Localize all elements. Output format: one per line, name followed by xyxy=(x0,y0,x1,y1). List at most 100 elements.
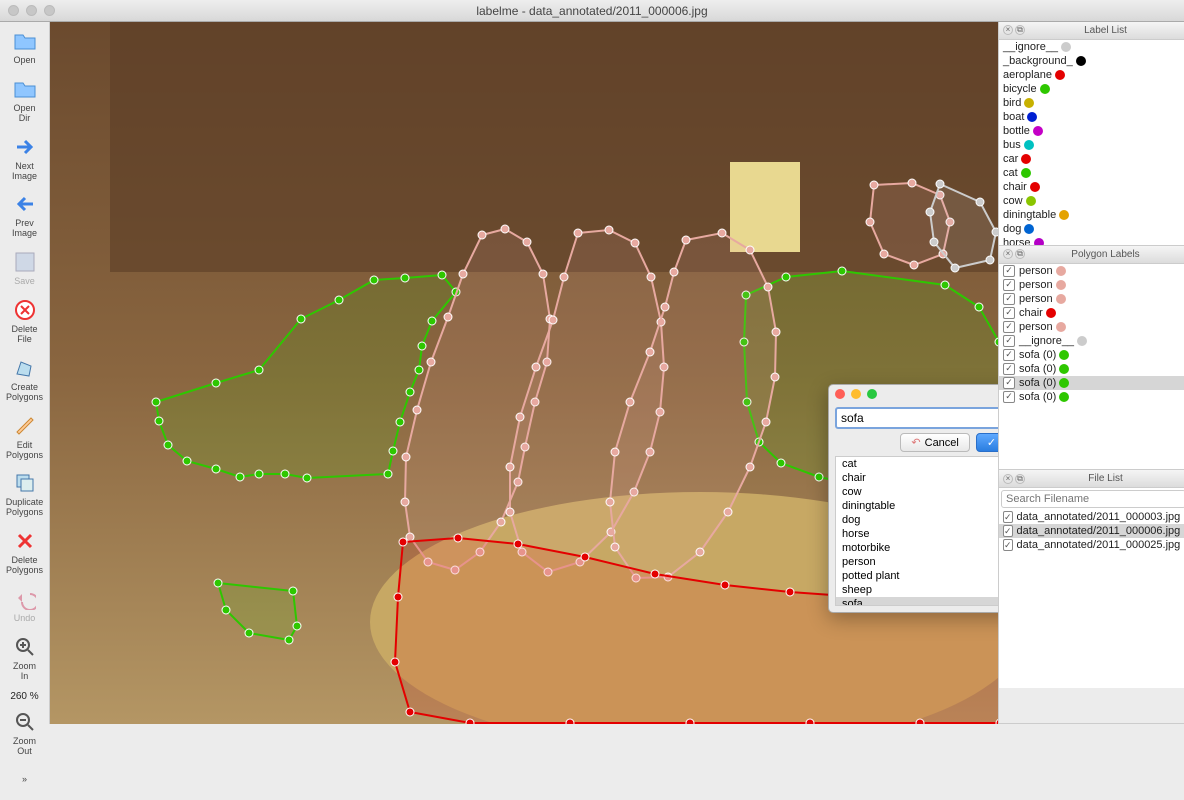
polygon-label-item[interactable]: ✓sofa (0) xyxy=(999,376,1184,390)
panel-close-icon[interactable]: × xyxy=(1003,474,1013,484)
checkbox-icon[interactable]: ✓ xyxy=(1003,377,1015,389)
checkbox-icon[interactable]: ✓ xyxy=(1003,511,1013,523)
polygon-label-item[interactable]: ✓chair xyxy=(999,306,1184,320)
polygon-label-item[interactable]: ✓sofa (0) xyxy=(999,362,1184,376)
file-list-item[interactable]: ✓data_annotated/2011_000003.jpg xyxy=(999,510,1184,524)
label-option-item[interactable]: chair xyxy=(836,471,998,485)
label-option-item[interactable]: person xyxy=(836,555,998,569)
delete-polygons-button[interactable]: Delete Polygons xyxy=(2,524,48,582)
ok-button[interactable]: ✓OK xyxy=(976,433,998,452)
panel-close-icon[interactable]: × xyxy=(1003,25,1013,35)
panel-detach-icon[interactable]: ⧉ xyxy=(1015,25,1025,35)
checkbox-icon[interactable]: ✓ xyxy=(1003,539,1013,551)
checkbox-icon[interactable]: ✓ xyxy=(1003,335,1015,347)
label-list-item[interactable]: chair xyxy=(999,180,1184,194)
delete-polygon-icon xyxy=(12,528,38,554)
arrow-right-icon xyxy=(12,134,38,160)
file-search-input[interactable] xyxy=(1001,490,1184,508)
polygon-labels-list[interactable]: ✓person✓person✓person✓chair✓person✓__ign… xyxy=(999,264,1184,469)
label-list-item[interactable]: bicycle xyxy=(999,82,1184,96)
open-dir-button[interactable]: Open Dir xyxy=(2,72,48,130)
zoom-in-icon xyxy=(12,634,38,660)
polygon-labels-title: Polygon Labels xyxy=(1031,249,1180,260)
checkbox-icon[interactable]: ✓ xyxy=(1003,391,1015,403)
dialog-titlebar[interactable] xyxy=(829,385,998,403)
checkbox-icon[interactable]: ✓ xyxy=(1003,279,1015,291)
label-list-item[interactable]: bird xyxy=(999,96,1184,110)
label-list-item[interactable]: cat xyxy=(999,166,1184,180)
prev-image-button[interactable]: Prev Image xyxy=(2,187,48,245)
label-list-item[interactable]: car xyxy=(999,152,1184,166)
chevron-double-right-icon: » xyxy=(12,766,38,792)
polygon-label-item[interactable]: ✓sofa (0) xyxy=(999,348,1184,362)
label-option-item[interactable]: sheep xyxy=(836,583,998,597)
folder-icon xyxy=(12,76,38,102)
label-option-item[interactable]: potted plant xyxy=(836,569,998,583)
open-button[interactable]: Open xyxy=(2,24,48,72)
zoom-out-button[interactable]: Zoom Out xyxy=(2,705,48,763)
toolbox-overflow-button[interactable]: » xyxy=(2,762,48,800)
label-option-item[interactable]: diningtable xyxy=(836,499,998,513)
label-list-item[interactable]: bus xyxy=(999,138,1184,152)
next-image-button[interactable]: Next Image xyxy=(2,130,48,188)
label-options-list[interactable]: catchaircowdiningtabledoghorsemotorbikep… xyxy=(835,456,998,606)
label-name-input[interactable] xyxy=(835,407,998,429)
polygon-label-item[interactable]: ✓__ignore__ xyxy=(999,334,1184,348)
label-option-item[interactable]: horse xyxy=(836,527,998,541)
label-option-item[interactable]: cat xyxy=(836,457,998,471)
panel-detach-icon[interactable]: ⧉ xyxy=(1015,249,1025,259)
panel-close-icon[interactable]: × xyxy=(1003,249,1013,259)
create-polygon-icon xyxy=(12,355,38,381)
edit-polygons-button[interactable]: Edit Polygons xyxy=(2,409,48,467)
label-option-item[interactable]: cow xyxy=(836,485,998,499)
label-list-item[interactable]: boat xyxy=(999,110,1184,124)
checkbox-icon[interactable]: ✓ xyxy=(1003,363,1015,375)
delete-file-button[interactable]: Delete File xyxy=(2,293,48,351)
label-list-item[interactable]: dog xyxy=(999,222,1184,236)
label-list-item[interactable]: horse xyxy=(999,236,1184,245)
window-titlebar: labelme - data_annotated/2011_000006.jpg xyxy=(0,0,1184,22)
polygon-label-item[interactable]: ✓person xyxy=(999,278,1184,292)
label-list-item[interactable]: _background_ xyxy=(999,54,1184,68)
label-list-panel: ×⧉ Label List __ignore___background_aerop… xyxy=(999,22,1184,246)
file-list-item[interactable]: ✓data_annotated/2011_000025.jpg xyxy=(999,538,1184,552)
checkbox-icon[interactable]: ✓ xyxy=(1003,293,1015,305)
edit-polygon-icon xyxy=(12,413,38,439)
polygon-label-item[interactable]: ✓person xyxy=(999,320,1184,334)
checkbox-icon[interactable]: ✓ xyxy=(1003,321,1015,333)
label-option-item[interactable]: sofa xyxy=(836,597,998,606)
duplicate-polygons-button[interactable]: Duplicate Polygons xyxy=(2,466,48,524)
label-list[interactable]: __ignore___background_aeroplanebicyclebi… xyxy=(999,40,1184,245)
label-list-item[interactable]: bottle xyxy=(999,124,1184,138)
save-button: Save xyxy=(2,245,48,293)
label-list-item[interactable]: __ignore__ xyxy=(999,40,1184,54)
checkbox-icon[interactable]: ✓ xyxy=(1003,307,1015,319)
label-list-title: Label List xyxy=(1031,25,1180,36)
label-list-item[interactable]: cow xyxy=(999,194,1184,208)
polygon-label-item[interactable]: ✓person xyxy=(999,292,1184,306)
undo-icon xyxy=(12,586,38,612)
undo-button: Undo xyxy=(2,582,48,630)
file-list-item[interactable]: ✓data_annotated/2011_000006.jpg xyxy=(999,524,1184,538)
label-option-item[interactable]: dog xyxy=(836,513,998,527)
image-canvas[interactable]: ↶Cancel ✓OK catchaircowdiningtabledoghor… xyxy=(50,22,998,724)
label-dialog: ↶Cancel ✓OK catchaircowdiningtabledoghor… xyxy=(828,384,998,613)
polygon-label-item[interactable]: ✓person xyxy=(999,264,1184,278)
toolbox: Open Open Dir Next Image Prev Image Save… xyxy=(0,22,50,724)
create-polygons-button[interactable]: Create Polygons xyxy=(2,351,48,409)
checkbox-icon[interactable]: ✓ xyxy=(1003,265,1015,277)
label-list-item[interactable]: aeroplane xyxy=(999,68,1184,82)
cancel-button[interactable]: ↶Cancel xyxy=(900,433,969,452)
zoom-value[interactable]: 260 % xyxy=(10,688,38,705)
checkbox-icon[interactable]: ✓ xyxy=(1003,349,1015,361)
label-list-item[interactable]: diningtable xyxy=(999,208,1184,222)
undo-small-icon: ↶ xyxy=(911,436,920,449)
check-icon: ✓ xyxy=(987,436,996,449)
polygon-label-item[interactable]: ✓sofa (0) xyxy=(999,390,1184,404)
panel-detach-icon[interactable]: ⧉ xyxy=(1015,474,1025,484)
file-list[interactable]: ✓data_annotated/2011_000003.jpg✓data_ann… xyxy=(999,510,1184,552)
label-option-item[interactable]: motorbike xyxy=(836,541,998,555)
checkbox-icon[interactable]: ✓ xyxy=(1003,525,1013,537)
polygon-labels-panel: ×⧉Polygon Labels ✓person✓person✓person✓c… xyxy=(999,246,1184,470)
zoom-in-button[interactable]: Zoom In xyxy=(2,630,48,688)
